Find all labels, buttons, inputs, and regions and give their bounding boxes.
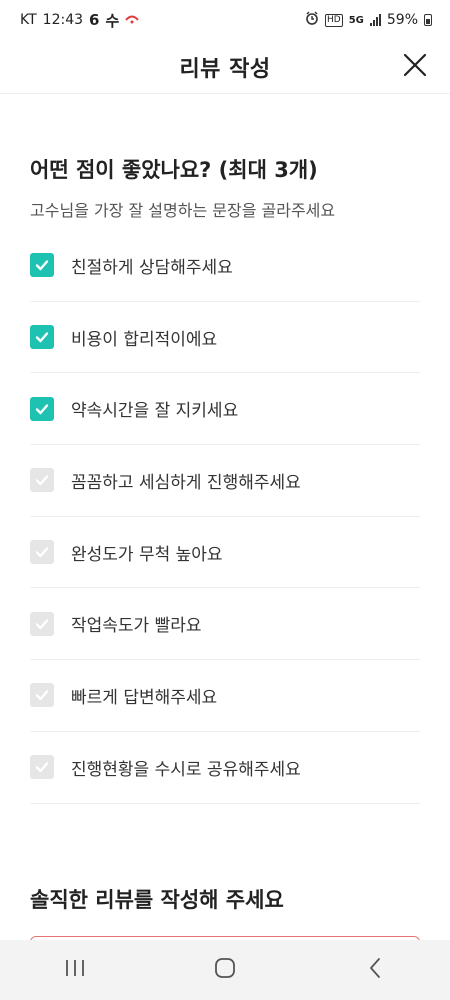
option-item[interactable]: 작업속도가 빨라요 [30,588,420,661]
option-label: 약속시간을 잘 지키세요 [71,401,239,422]
system-nav-bar [0,940,450,1000]
alarm-icon [305,11,319,29]
back-button[interactable] [345,950,405,990]
status-left: KT 12:43 6 수 [20,10,140,31]
option-list: 친절하게 상담해주세요 비용이 합리적이에요 약속시간을 잘 지키세요 꼼꼼하고… [30,230,420,804]
check-icon [35,690,49,701]
recent-apps-icon [64,958,86,982]
status-right: HD 5G 59% [305,11,432,29]
option-item[interactable]: 꼼꼼하고 세심하게 진행해주세요 [30,445,420,517]
option-item[interactable]: 약속시간을 잘 지키세요 [30,373,420,446]
close-icon [403,53,427,81]
review-title: 솔직한 리뷰를 작성해 주세요 [30,888,284,912]
home-icon [214,957,236,983]
page-title: 리뷰 작성 [179,56,271,82]
option-item[interactable]: 빠르게 답변해주세요 [30,660,420,732]
close-button[interactable] [398,50,432,84]
checkbox[interactable] [30,755,54,780]
check-icon [35,762,49,773]
question-title: 어떤 점이 좋았나요? (최대 3개) [30,158,318,182]
option-item[interactable]: 완성도가 무척 높아요 [30,517,420,589]
day-label: 6 [89,11,100,29]
checkbox[interactable] [30,683,54,708]
option-label: 꼼꼼하고 세심하게 진행해주세요 [71,472,301,493]
time-label: 12:43 [42,12,84,28]
home-button[interactable] [195,950,255,990]
check-icon [35,260,49,271]
status-bar: KT 12:43 6 수 HD 5G 59% [0,0,450,40]
checkbox[interactable] [30,325,54,350]
question-subtitle: 고수님을 가장 잘 설명하는 문장을 골라주세요 [30,201,336,220]
option-label: 진행현황을 수시로 공유해주세요 [71,759,301,780]
option-label: 작업속도가 빨라요 [71,616,202,637]
option-label: 완성도가 무척 높아요 [71,544,223,565]
recent-apps-button[interactable] [45,950,105,990]
battery-label: 59% [386,12,418,28]
checkbox[interactable] [30,540,54,565]
back-icon [368,957,382,983]
check-icon [35,619,49,629]
checkbox[interactable] [30,396,54,421]
check-icon [35,547,49,558]
weekday-label: 수 [105,11,120,30]
option-item[interactable]: 진행현황을 수시로 공유해주세요 [30,732,420,804]
notification-icon [125,12,140,28]
check-icon [35,475,49,486]
check-icon [35,404,49,414]
network-icon: 5G [348,14,364,26]
signal-icon [369,14,381,26]
option-label: 비용이 합리적이에요 [71,329,218,350]
checkbox[interactable] [30,253,54,278]
option-label: 빠르게 답변해주세요 [71,687,218,708]
battery-icon [424,14,432,26]
hd-icon: HD [325,13,343,27]
option-label: 친절하게 상담해주세요 [71,257,233,278]
carrier-label: KT [20,12,37,28]
header: 리뷰 작성 [0,40,450,94]
check-icon [35,332,49,343]
main-content: 어떤 점이 좋았나요? (최대 3개) 고수님을 가장 잘 설명하는 문장을 골… [0,94,450,940]
option-item[interactable]: 비용이 합리적이에요 [30,302,420,374]
checkbox[interactable] [30,468,54,493]
option-item[interactable]: 친절하게 상담해주세요 [30,230,420,302]
checkbox[interactable] [30,611,54,636]
